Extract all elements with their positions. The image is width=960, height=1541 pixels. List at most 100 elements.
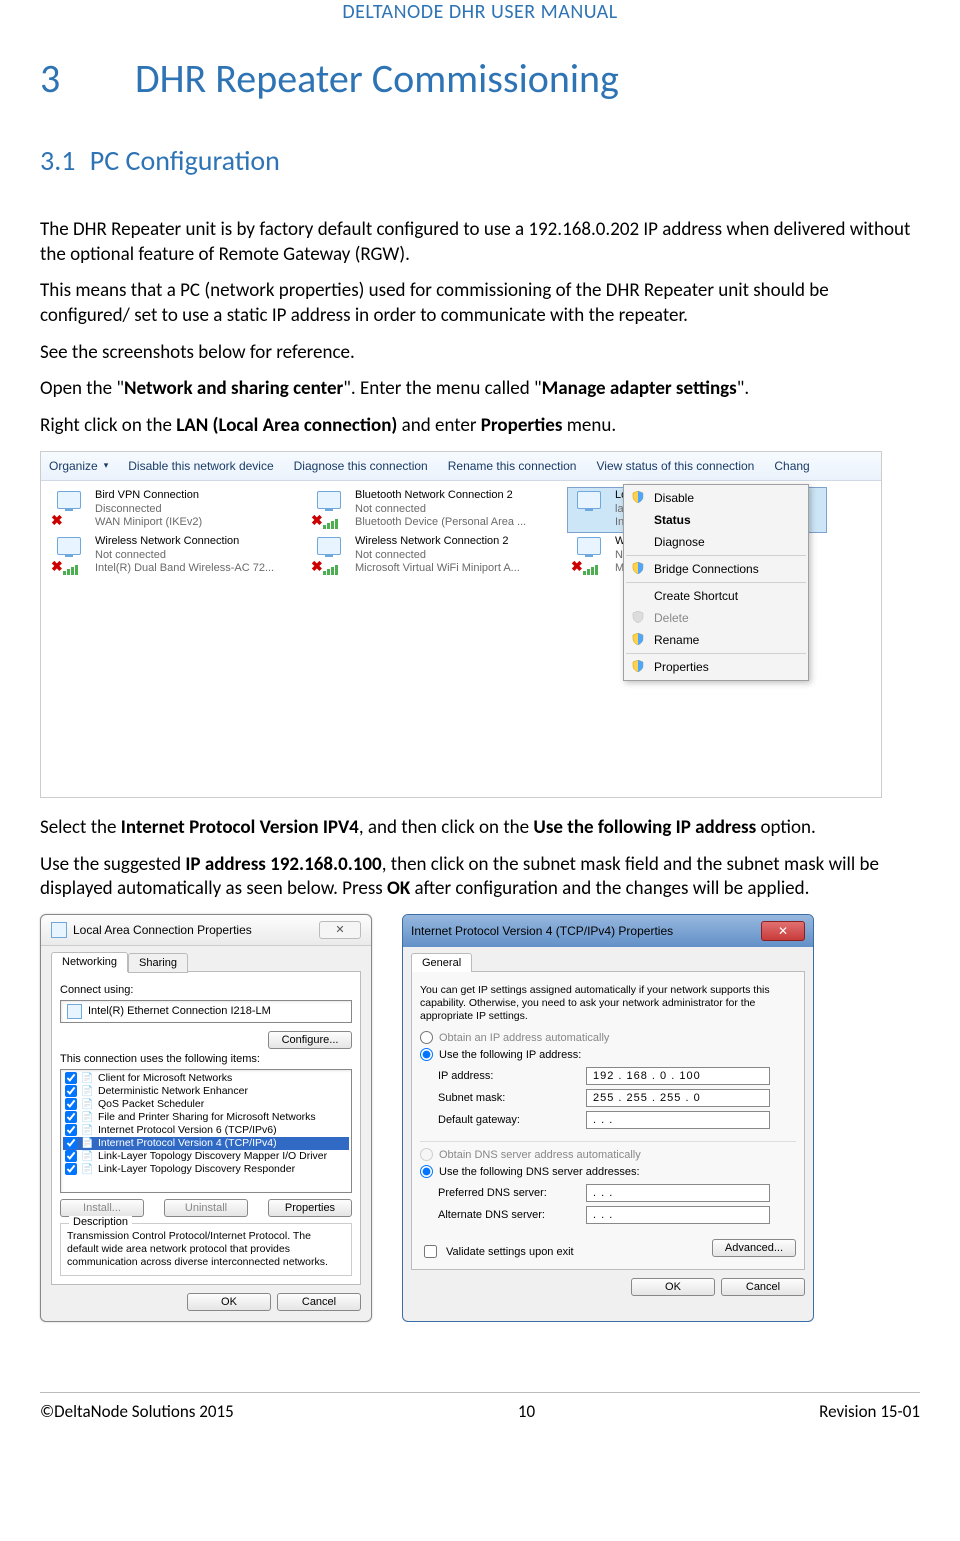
connection-icon: ✖ [309,535,349,577]
validate-checkbox-row[interactable]: Validate settings upon exit [420,1242,574,1261]
protocol-icon: 📄 [81,1098,94,1111]
tab-sharing[interactable]: Sharing [128,953,188,973]
protocol-checkbox[interactable] [65,1098,77,1110]
protocol-icon: 📄 [81,1085,94,1098]
paragraph-7: Use the suggested IP address 192.168.0.1… [40,853,920,902]
protocol-checkbox[interactable] [65,1163,77,1175]
close-button[interactable]: ✕ [319,921,361,939]
properties-button[interactable]: Properties [268,1199,352,1217]
network-connections-screenshot: Organize Disable this network device Dia… [40,451,882,798]
paragraph-4: Open the "Network and sharing center". E… [40,377,920,402]
section-number: 3.1 [40,143,75,178]
dialog-titlebar: Internet Protocol Version 4 (TCP/IPv4) P… [403,915,813,947]
radio-input[interactable] [420,1165,433,1178]
ctx-diagnose[interactable]: Diagnose [626,531,806,553]
uses-label: This connection uses the following items… [60,1053,352,1065]
section-title: PC Configuration [90,143,280,178]
cancel-button[interactable]: Cancel [277,1293,361,1311]
connection-icon: ✖ [569,535,609,577]
protocol-item[interactable]: 📄File and Printer Sharing for Microsoft … [63,1111,349,1124]
protocol-icon: 📄 [81,1072,94,1085]
connection-item[interactable]: ✖Wireless Network ConnectionNot connecte… [47,533,307,579]
configure-button[interactable]: Configure... [268,1031,352,1049]
preferred-dns-field[interactable]: . . . [586,1184,770,1202]
protocol-item[interactable]: 📄Deterministic Network Enhancer [63,1085,349,1098]
toolbar-diagnose[interactable]: Diagnose this connection [294,459,428,473]
install-button[interactable]: Install... [60,1199,144,1217]
footer-rule [40,1392,920,1393]
protocol-checkbox[interactable] [65,1111,77,1123]
protocol-label: File and Printer Sharing for Microsoft N… [98,1111,316,1123]
gateway-field[interactable]: . . . [586,1111,770,1129]
radio-input[interactable] [420,1048,433,1061]
chapter-heading: 3 DHR Repeater Commissioning [40,54,920,103]
dialog-titlebar: Local Area Connection Properties ✕ [41,915,371,946]
close-button[interactable]: ✕ [761,921,805,941]
radio-use-following-dns[interactable]: Use the following DNS server addresses: [420,1165,796,1178]
protocol-icon: 📄 [81,1150,94,1163]
subnet-mask-label: Subnet mask: [438,1092,578,1104]
ip-address-field[interactable]: 192 . 168 . 0 . 100 [586,1067,770,1085]
ctx-properties[interactable]: Properties [626,656,806,678]
ctx-disable[interactable]: Disable [626,487,806,509]
radio-obtain-dns-auto: Obtain DNS server address automatically [420,1148,796,1161]
connection-icon [569,489,609,531]
toolbar-rename[interactable]: Rename this connection [448,459,577,473]
protocol-checkbox[interactable] [65,1085,77,1097]
connection-item[interactable]: ✖Bluetooth Network Connection 2Not conne… [307,487,567,533]
protocol-checkbox[interactable] [65,1072,77,1084]
protocol-checkbox[interactable] [65,1150,77,1162]
alternate-dns-label: Alternate DNS server: [438,1209,578,1221]
ok-button[interactable]: OK [631,1278,715,1296]
protocol-item[interactable]: 📄Internet Protocol Version 6 (TCP/IPv6) [63,1124,349,1137]
radio-input[interactable] [420,1031,433,1044]
protocol-checkbox[interactable] [65,1137,77,1149]
protocol-icon: 📄 [81,1124,94,1137]
protocol-icon: 📄 [81,1137,94,1150]
toolbar-view-status[interactable]: View status of this connection [596,459,754,473]
connection-item[interactable]: ✖Bird VPN ConnectionDisconnectedWAN Mini… [47,487,307,533]
connection-icon: ✖ [309,489,349,531]
connection-title: Wireless Network Connection 2 [355,535,520,549]
footer-revision: Revision 15-01 [819,1401,920,1422]
organize-menu[interactable]: Organize [49,459,108,473]
protocol-item[interactable]: 📄Client for Microsoft Networks [63,1072,349,1085]
protocol-item[interactable]: 📄Internet Protocol Version 4 (TCP/IPv4) [63,1137,349,1150]
dialog-title: Local Area Connection Properties [73,923,252,937]
tab-general[interactable]: General [411,953,472,972]
protocol-label: QoS Packet Scheduler [98,1098,204,1110]
protocol-listbox[interactable]: 📄Client for Microsoft Networks📄Determini… [60,1069,352,1193]
ctx-create-shortcut[interactable]: Create Shortcut [626,585,806,607]
advanced-button[interactable]: Advanced... [712,1239,796,1257]
lan-properties-dialog: Local Area Connection Properties ✕ Netwo… [40,914,372,1322]
page-footer: ©DeltaNode Solutions 2015 10 Revision 15… [0,1401,960,1442]
toolbar-disable-device[interactable]: Disable this network device [128,459,273,473]
connection-title: Bird VPN Connection [95,489,202,503]
paragraph-6: Select the Internet Protocol Version IPV… [40,816,920,841]
protocol-item[interactable]: 📄 QoS Packet Scheduler [63,1098,349,1111]
ctx-bridge[interactable]: Bridge Connections [626,558,806,580]
paragraph-2: This means that a PC (network properties… [40,279,920,328]
toolbar-change[interactable]: Chang [774,459,809,473]
protocol-item[interactable]: 📄Link-Layer Topology Discovery Mapper I/… [63,1150,349,1163]
ctx-status[interactable]: Status [626,509,806,531]
network-icon [51,922,67,938]
connection-item[interactable]: ✖Wireless Network Connection 2Not connec… [307,533,567,579]
ctx-rename[interactable]: Rename [626,629,806,651]
uninstall-button[interactable]: Uninstall [164,1199,248,1217]
radio-use-following-ip[interactable]: Use the following IP address: [420,1048,796,1061]
gateway-label: Default gateway: [438,1114,578,1126]
connection-device: Bluetooth Device (Personal Area ... [355,516,526,530]
tab-networking[interactable]: Networking [51,952,128,972]
alternate-dns-field[interactable]: . . . [586,1206,770,1224]
protocol-checkbox[interactable] [65,1124,77,1136]
validate-checkbox[interactable] [424,1245,437,1258]
ok-button[interactable]: OK [187,1293,271,1311]
connection-title: Bluetooth Network Connection 2 [355,489,526,503]
connection-icon: ✖ [49,489,89,531]
radio-obtain-ip-auto[interactable]: Obtain an IP address automatically [420,1031,796,1044]
paragraph-5: Right click on the LAN (Local Area conne… [40,414,920,439]
cancel-button[interactable]: Cancel [721,1278,805,1296]
subnet-mask-field[interactable]: 255 . 255 . 255 . 0 [586,1089,770,1107]
protocol-item[interactable]: 📄Link-Layer Topology Discovery Responder [63,1163,349,1176]
